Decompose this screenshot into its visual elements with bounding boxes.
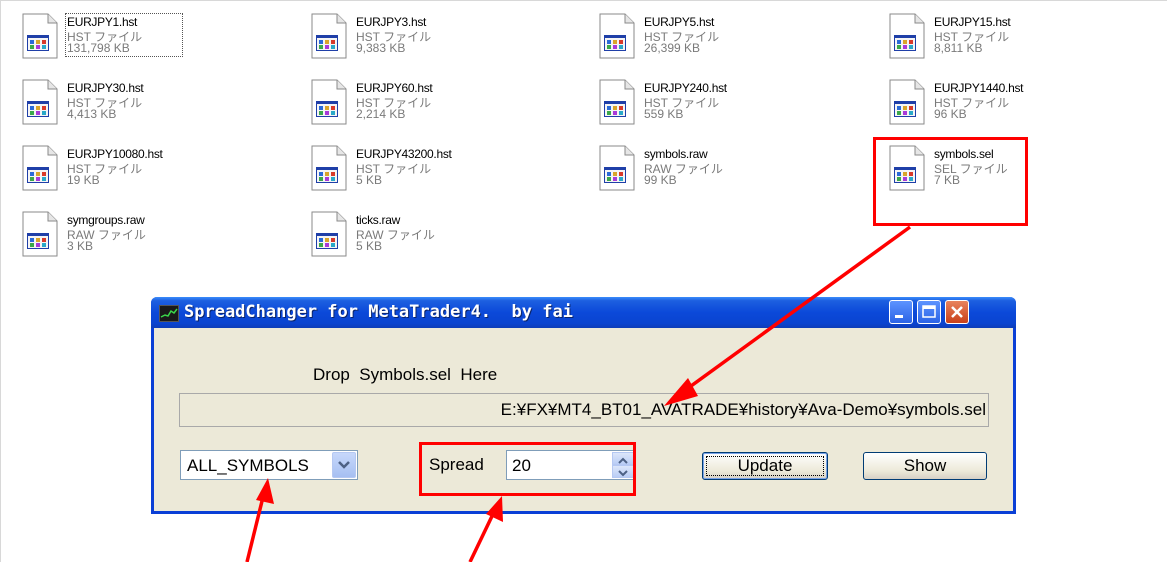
file-name: EURJPY1.hst [67,15,138,29]
file-size: 5 KB [356,239,383,253]
document-file-icon [22,145,58,191]
file-item[interactable]: ticks.raw RAW ファイル 5 KB [310,211,560,267]
file-item[interactable]: EURJPY3.hst HST ファイル 9,383 KB [310,13,560,69]
update-button[interactable]: Update [702,452,828,480]
document-file-icon [889,13,925,59]
file-size: 8,811 KB [934,41,983,55]
file-name: EURJPY15.hst [934,15,1011,29]
focus-rect [706,456,824,476]
window-title: SpreadChanger for MetaTrader4. by fai [184,302,573,322]
file-size: 131,798 KB [67,41,130,55]
document-file-icon [311,145,347,191]
document-file-icon [311,211,347,257]
chevron-down-icon[interactable] [332,452,356,478]
file-size: 9,383 KB [356,41,406,55]
minimize-button[interactable] [889,300,913,324]
annotation-box-symbols-sel [873,137,1028,226]
file-name: EURJPY240.hst [644,81,727,95]
file-path-field[interactable]: E:¥FX¥MT4_BT01_AVATRADE¥history¥Ava-Demo… [179,393,989,427]
document-file-icon [599,79,635,125]
document-file-icon [22,13,58,59]
document-file-icon [599,145,635,191]
document-file-icon [22,211,58,257]
file-size: 5 KB [356,173,383,187]
symbol-select-value: ALL_SYMBOLS [187,456,309,475]
minimize-icon [895,315,903,318]
file-name: symgroups.raw [67,213,145,227]
document-file-icon [599,13,635,59]
file-size: 559 KB [644,107,684,121]
file-item[interactable]: symgroups.raw RAW ファイル 3 KB [21,211,271,267]
file-item[interactable]: symbols.raw RAW ファイル 99 KB [598,145,848,201]
document-file-icon [311,13,347,59]
file-size: 26,399 KB [644,41,701,55]
file-name: ticks.raw [356,213,400,227]
file-item[interactable]: EURJPY240.hst HST ファイル 559 KB [598,79,848,135]
file-item[interactable]: EURJPY1440.hst HST ファイル 96 KB [888,79,1138,135]
title-bar[interactable]: SpreadChanger for MetaTrader4. by fai [151,297,1016,328]
file-item[interactable]: EURJPY5.hst HST ファイル 26,399 KB [598,13,848,69]
show-button[interactable]: Show [863,452,987,480]
drop-instruction: Drop Symbols.sel Here [313,365,498,384]
file-item[interactable]: EURJPY15.hst HST ファイル 8,811 KB [888,13,1138,69]
file-item[interactable]: EURJPY10080.hst HST ファイル 19 KB [21,145,271,201]
symbol-select[interactable]: ALL_SYMBOLS [180,450,358,480]
file-size: 99 KB [644,173,677,187]
app-icon [159,305,179,322]
file-name: EURJPY60.hst [356,81,433,95]
close-icon [951,306,963,318]
file-name: symbols.raw [644,147,708,161]
file-name: EURJPY5.hst [644,15,715,29]
file-name: EURJPY30.hst [67,81,144,95]
maximize-icon [922,305,936,318]
file-name: EURJPY10080.hst [67,147,163,161]
file-item[interactable]: EURJPY1.hst HST ファイル 131,798 KB [21,13,271,69]
document-file-icon [311,79,347,125]
file-name: EURJPY43200.hst [356,147,452,161]
document-file-icon [889,79,925,125]
file-size: 96 KB [934,107,967,121]
file-size: 4,413 KB [67,107,117,121]
file-item[interactable]: EURJPY43200.hst HST ファイル 5 KB [310,145,560,201]
file-item[interactable]: EURJPY60.hst HST ファイル 2,214 KB [310,79,560,135]
file-size: 19 KB [67,173,100,187]
file-item[interactable]: EURJPY30.hst HST ファイル 4,413 KB [21,79,271,135]
annotation-box-spread [419,442,636,496]
file-name: EURJPY3.hst [356,15,427,29]
file-size: 3 KB [67,239,94,253]
document-file-icon [22,79,58,125]
show-button-label: Show [903,456,947,475]
file-name: EURJPY1440.hst [934,81,1024,95]
file-size: 2,214 KB [356,107,406,121]
close-button[interactable] [945,300,969,324]
maximize-button[interactable] [917,300,941,324]
